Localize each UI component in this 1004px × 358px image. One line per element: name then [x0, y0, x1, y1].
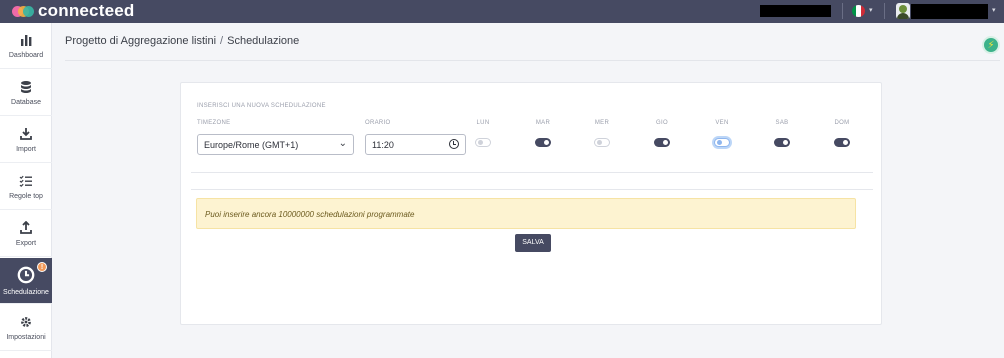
day-label-gio: GIO [656, 120, 668, 126]
sidebar-item-label: Database [11, 99, 41, 106]
bar-chart-icon [21, 35, 32, 46]
section-title: INSERISCI UNA NUOVA SCHEDULAZIONE [197, 103, 326, 109]
sidebar-item-dashboard[interactable]: Dashboard [0, 23, 52, 69]
info-alert: Puoi inserire ancora 10000000 schedulazi… [196, 198, 856, 229]
sidebar-item-database[interactable]: Database [0, 70, 52, 116]
divider [191, 189, 873, 190]
sidebar-item-label: Impostazioni [6, 334, 46, 341]
header-divider [65, 60, 1000, 61]
notification-badge: ! [37, 262, 47, 272]
day-label-sab: SAB [775, 120, 789, 126]
italy-flag-icon[interactable] [852, 5, 865, 17]
day-label-mar: MAR [535, 120, 551, 126]
toggle-mar[interactable] [535, 138, 551, 147]
sidebar-item-label: Import [16, 146, 36, 153]
day-label-ven: VEN [715, 120, 729, 126]
timezone-label: TIMEZONE [197, 120, 231, 126]
sidebar: Dashboard Database Import Regole top Exp… [0, 23, 52, 358]
toggle-mer[interactable] [594, 138, 610, 147]
save-button[interactable]: SALVA [515, 234, 551, 252]
toggle-sab[interactable] [774, 138, 790, 147]
day-label-mer: MER [594, 120, 610, 126]
day-label-dom: DOM [834, 120, 850, 126]
export-icon [20, 221, 32, 234]
import-icon [20, 128, 32, 140]
sidebar-item-impostazioni[interactable]: Impostazioni [0, 305, 52, 351]
breadcrumb-separator: / [220, 35, 224, 47]
toggle-gio[interactable] [654, 138, 670, 147]
toggle-lun[interactable] [475, 138, 491, 147]
divider [884, 3, 885, 19]
timezone-value: Europe/Rome (GMT+1) [204, 140, 299, 150]
sidebar-item-import[interactable]: Import [0, 117, 52, 163]
logo-text: connecteed [38, 1, 135, 20]
user-caret-icon[interactable]: ▾ [992, 6, 996, 14]
avatar[interactable] [896, 3, 910, 19]
divider [191, 172, 873, 173]
breadcrumb: Progetto di Aggregazione listini / Schedul… [65, 35, 299, 47]
logo-mark-icon [12, 4, 34, 18]
time-value: 11:20 [372, 140, 394, 150]
sidebar-item-label: Dashboard [8, 52, 44, 59]
database-icon [21, 81, 31, 93]
sidebar-item-regole-top[interactable]: Regole top [0, 164, 52, 210]
redacted-user-name [911, 4, 988, 19]
sidebar-item-label: Export [15, 240, 37, 247]
clock-icon [17, 266, 35, 284]
redacted-info [760, 5, 831, 17]
time-input[interactable]: 11:20 [365, 134, 466, 155]
toggle-ven[interactable] [714, 138, 730, 147]
logo[interactable]: connecteed [12, 2, 134, 20]
breadcrumb-project[interactable]: Progetto di Aggregazione listini [65, 35, 216, 47]
sidebar-item-schedulazione[interactable]: Schedulazione ! [0, 258, 52, 304]
gear-icon [21, 317, 31, 327]
toggle-dom[interactable] [834, 138, 850, 147]
language-caret-icon[interactable]: ▾ [869, 6, 873, 14]
sidebar-item-export[interactable]: Export [0, 211, 52, 257]
checklist-icon [19, 175, 32, 188]
chevron-down-icon: ⌄ [338, 138, 347, 149]
schedule-card: INSERISCI UNA NUOVA SCHEDULAZIONE TIMEZO… [180, 82, 882, 325]
clock-icon[interactable] [449, 139, 459, 149]
timezone-select[interactable]: Europe/Rome (GMT+1) ⌄ [197, 134, 354, 155]
time-label: ORARIO [365, 120, 391, 126]
lightning-icon[interactable]: ⚡ [982, 36, 1000, 54]
sidebar-item-label: Schedulazione [3, 289, 49, 296]
divider [842, 3, 843, 19]
day-label-lun: LUN [476, 120, 490, 126]
breadcrumb-current: Schedulazione [227, 35, 300, 47]
top-bar: connecteed ▾ ▾ [0, 0, 1004, 23]
sidebar-item-label: Regole top [9, 193, 43, 200]
